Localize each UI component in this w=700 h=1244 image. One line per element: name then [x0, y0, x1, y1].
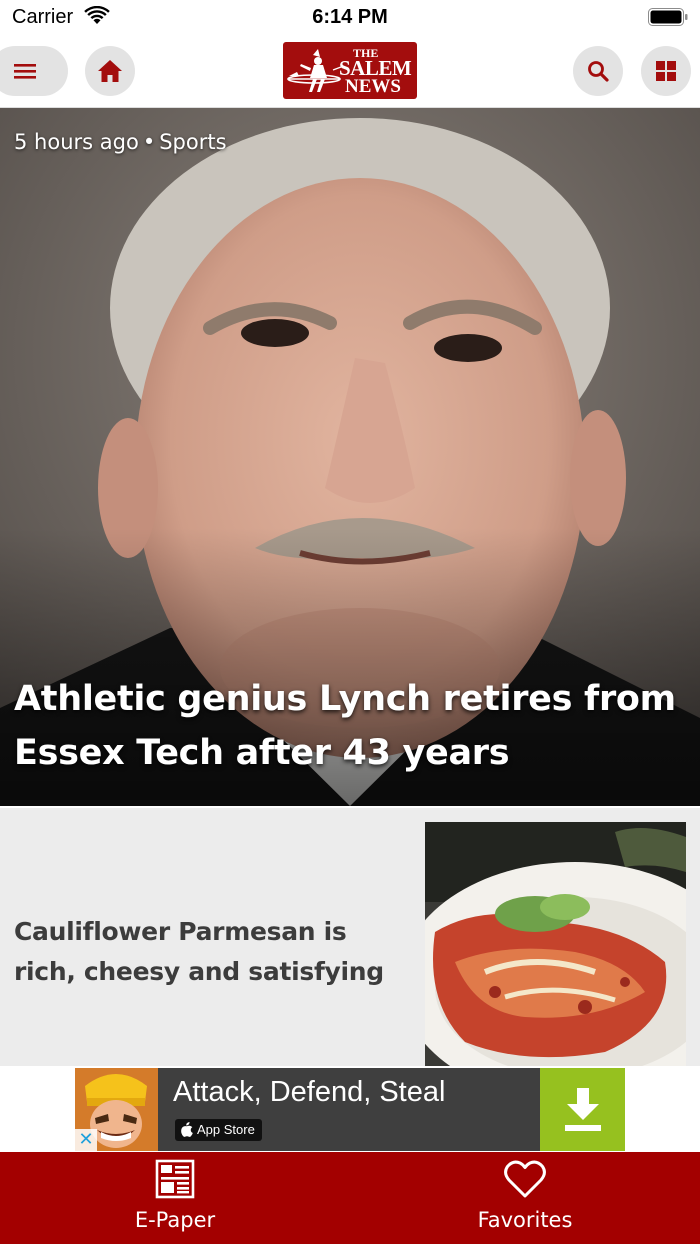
ad-container: Attack, Defend, Steal App Store ✕	[0, 1066, 700, 1152]
witch-logo-icon	[287, 49, 342, 92]
newspaper-icon	[155, 1159, 195, 1199]
sections-button[interactable]	[641, 46, 691, 96]
story-card-thumbnail[interactable]	[425, 822, 686, 1066]
salem-news-logo[interactable]: THE SALEM NEWS	[283, 42, 417, 99]
tab-e-paper-label: E-Paper	[134, 1208, 216, 1232]
menu-button[interactable]	[0, 46, 68, 96]
tab-favorites[interactable]: Favorites	[350, 1152, 700, 1244]
featured-story-time: 5 hours ago	[14, 130, 139, 154]
heart-icon	[504, 1160, 546, 1198]
ad-close-button[interactable]: ✕	[75, 1129, 97, 1151]
app-store-badge: App Store	[175, 1119, 262, 1141]
ad-download-button[interactable]	[540, 1068, 625, 1151]
app-store-label: App Store	[197, 1122, 255, 1137]
status-bar: Carrier 6:14 PM	[0, 0, 700, 36]
grid-icon	[656, 61, 676, 81]
featured-story-headline[interactable]: Athletic genius Lynch retires from Essex…	[14, 672, 686, 780]
download-icon	[564, 1087, 601, 1131]
featured-story-section[interactable]: Sports	[159, 130, 226, 154]
meta-separator: •	[142, 130, 156, 154]
tab-e-paper[interactable]: E-Paper	[0, 1152, 350, 1244]
top-navigation-bar: THE SALEM NEWS	[0, 36, 700, 108]
story-card[interactable]: Cauliflower Parmesan is rich, cheesy and…	[0, 808, 700, 1066]
featured-story-meta: 5 hours ago • Sports	[14, 130, 227, 154]
battery-icon	[648, 8, 688, 26]
featured-story[interactable]: 5 hours ago • Sports Athletic genius Lynch…	[0, 108, 700, 806]
story-card-headline[interactable]: Cauliflower Parmesan is rich, cheesy and…	[14, 912, 404, 992]
apple-icon	[181, 1122, 193, 1137]
advertisement-banner[interactable]: Attack, Defend, Steal App Store ✕	[75, 1068, 625, 1151]
home-icon	[98, 60, 122, 82]
clock: 6:14 PM	[312, 6, 388, 28]
tab-favorites-label: Favorites	[477, 1208, 573, 1232]
menu-icon	[14, 64, 36, 79]
ad-headline: Attack, Defend, Steal	[173, 1076, 446, 1108]
logo-text-news: NEWS	[345, 76, 401, 97]
home-button[interactable]	[85, 46, 135, 96]
search-icon	[588, 61, 609, 82]
bottom-tab-bar: E-Paper Favorites	[0, 1152, 700, 1244]
search-button[interactable]	[573, 46, 623, 96]
